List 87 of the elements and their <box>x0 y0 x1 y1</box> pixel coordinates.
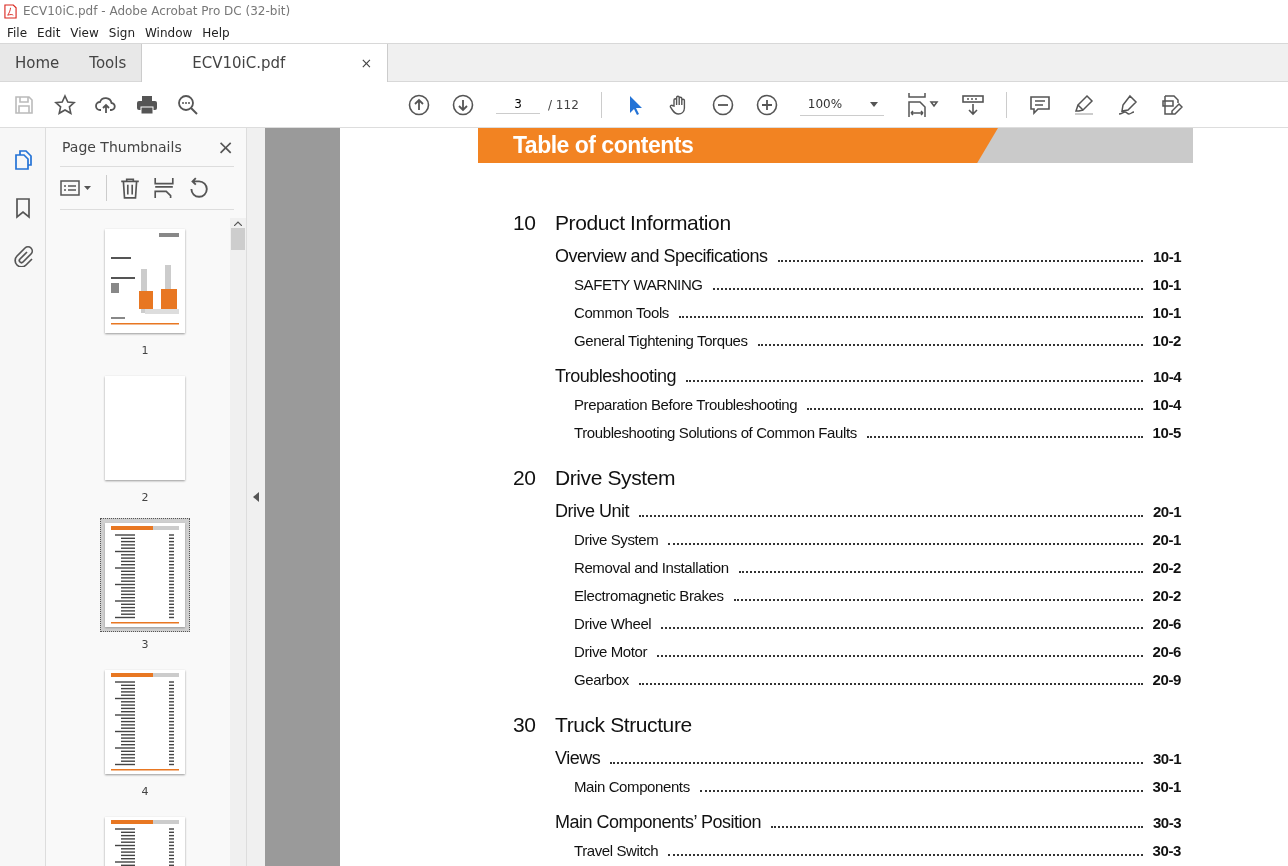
menu-item[interactable]: Window <box>140 25 198 40</box>
comment-icon[interactable] <box>1028 93 1051 116</box>
toc-entry: Troubleshooting <box>555 366 676 387</box>
page-reference: 20-2 <box>1152 559 1181 576</box>
tab[interactable]: Home <box>0 44 75 81</box>
page-reference: 30-1 <box>1152 750 1181 767</box>
zoom-in-icon[interactable] <box>755 93 778 116</box>
menu-item[interactable]: Edit <box>32 25 66 40</box>
toc-entry: Drive Motor <box>574 643 648 660</box>
page-reference: 20-9 <box>1152 671 1181 688</box>
page-fit-icon[interactable] <box>905 91 940 118</box>
star-icon[interactable] <box>54 93 76 116</box>
window-title: ECV10iC.pdf - Adobe Acrobat Pro DC (32-bit) <box>23 4 291 18</box>
page-reference: 30-3 <box>1152 842 1181 859</box>
search-icon[interactable] <box>177 93 199 116</box>
page-number: 3 <box>141 638 149 651</box>
toc-entry: Gearbox <box>574 671 629 688</box>
page-reference: 10-1 <box>1152 276 1181 293</box>
page-number: 1 <box>141 344 149 357</box>
page-reference: 10-1 <box>1152 248 1181 265</box>
zoom-dropdown[interactable]: 100% <box>799 93 884 116</box>
scroll-up-icon[interactable] <box>234 221 242 226</box>
chapter-number: 30 <box>513 713 537 737</box>
tab-label: Tools <box>89 53 127 72</box>
toc-entry: Views <box>555 748 601 769</box>
page-reference: 20-1 <box>1152 503 1181 520</box>
tab-label: ECV10iC.pdf <box>192 54 286 72</box>
options-icon[interactable] <box>60 178 94 198</box>
chapter-title: Product Information <box>555 211 731 235</box>
pen-signature-icon[interactable] <box>1116 93 1139 116</box>
page-reference: 10-5 <box>1152 424 1181 441</box>
chapter-title: Truck Structure <box>555 713 692 737</box>
page-reference: 10-4 <box>1152 396 1181 413</box>
toc-entry: Main Components’ Position <box>555 812 761 833</box>
page-count: / 112 <box>548 97 579 112</box>
page-reference: 20-6 <box>1152 643 1181 660</box>
toc-entry: General Tightening Torques <box>574 332 748 349</box>
toc-entry: SAFETY WARNING <box>574 276 703 293</box>
pdf-icon <box>4 3 17 19</box>
page-number: 4 <box>141 785 149 798</box>
page-reference: 10-1 <box>1152 304 1181 321</box>
heading-banner: Table of contents <box>478 128 998 163</box>
page-reference: 10-4 <box>1152 368 1181 385</box>
page-reference: 20-2 <box>1152 587 1181 604</box>
tab-label: Home <box>15 53 60 72</box>
tab[interactable]: Tools <box>74 44 142 81</box>
chapter-number: 10 <box>513 211 537 235</box>
toc-entry: Travel Switch <box>574 842 659 859</box>
close-button[interactable]: × <box>360 55 373 71</box>
collapse-panel-icon[interactable] <box>253 492 259 502</box>
next-page-icon[interactable] <box>452 93 474 116</box>
toc-entry: Drive Unit <box>555 501 629 522</box>
zoom-out-icon[interactable] <box>711 93 734 116</box>
toc-entry: Common Tools <box>574 304 669 321</box>
menu-item[interactable]: View <box>65 25 104 40</box>
toc-entry: Preparation Before Troubleshooting <box>574 396 798 413</box>
menu-item[interactable]: Help <box>197 25 235 40</box>
close-button[interactable]: × <box>217 135 234 159</box>
page-reference: 20-6 <box>1152 615 1181 632</box>
toc-entry: Electromagnetic Brakes <box>574 587 724 604</box>
toc-entry: Drive System <box>574 531 659 548</box>
caret-icon <box>869 101 878 107</box>
toc-entry: Drive Wheel <box>574 615 652 632</box>
edit-document-icon[interactable] <box>1160 93 1183 116</box>
chapter-number: 20 <box>513 466 537 490</box>
page-reference: 10-2 <box>1152 332 1181 349</box>
print-icon[interactable] <box>136 93 158 116</box>
insert-page-icon[interactable] <box>153 177 175 199</box>
page-reference: 30-3 <box>1152 814 1181 831</box>
menu-item[interactable]: File <box>2 25 33 40</box>
chapter-title: Drive System <box>555 466 676 490</box>
scrollbar-thumb[interactable] <box>231 228 245 250</box>
menu-item[interactable]: Sign <box>103 25 140 40</box>
toc-entry: Main Components <box>574 778 690 795</box>
toc-entry: Overview and Specifications <box>555 246 768 267</box>
page-number: 2 <box>141 491 149 504</box>
toc-entry: Troubleshooting Solutions of Common Faults <box>574 424 857 441</box>
page-thumbnail[interactable] <box>100 518 190 632</box>
tab[interactable]: ECV10iC.pdf × <box>141 44 389 82</box>
page-reference: 30-1 <box>1152 778 1181 795</box>
previous-page-icon[interactable] <box>408 93 430 116</box>
panel-title: Page Thumbnails <box>62 139 182 155</box>
read-mode-icon[interactable] <box>961 93 984 116</box>
page-reference: 20-1 <box>1152 531 1181 548</box>
trash-icon[interactable] <box>119 177 141 199</box>
highlighter-icon[interactable] <box>1072 93 1095 116</box>
toc-entry: Removal and Installation <box>574 559 729 576</box>
